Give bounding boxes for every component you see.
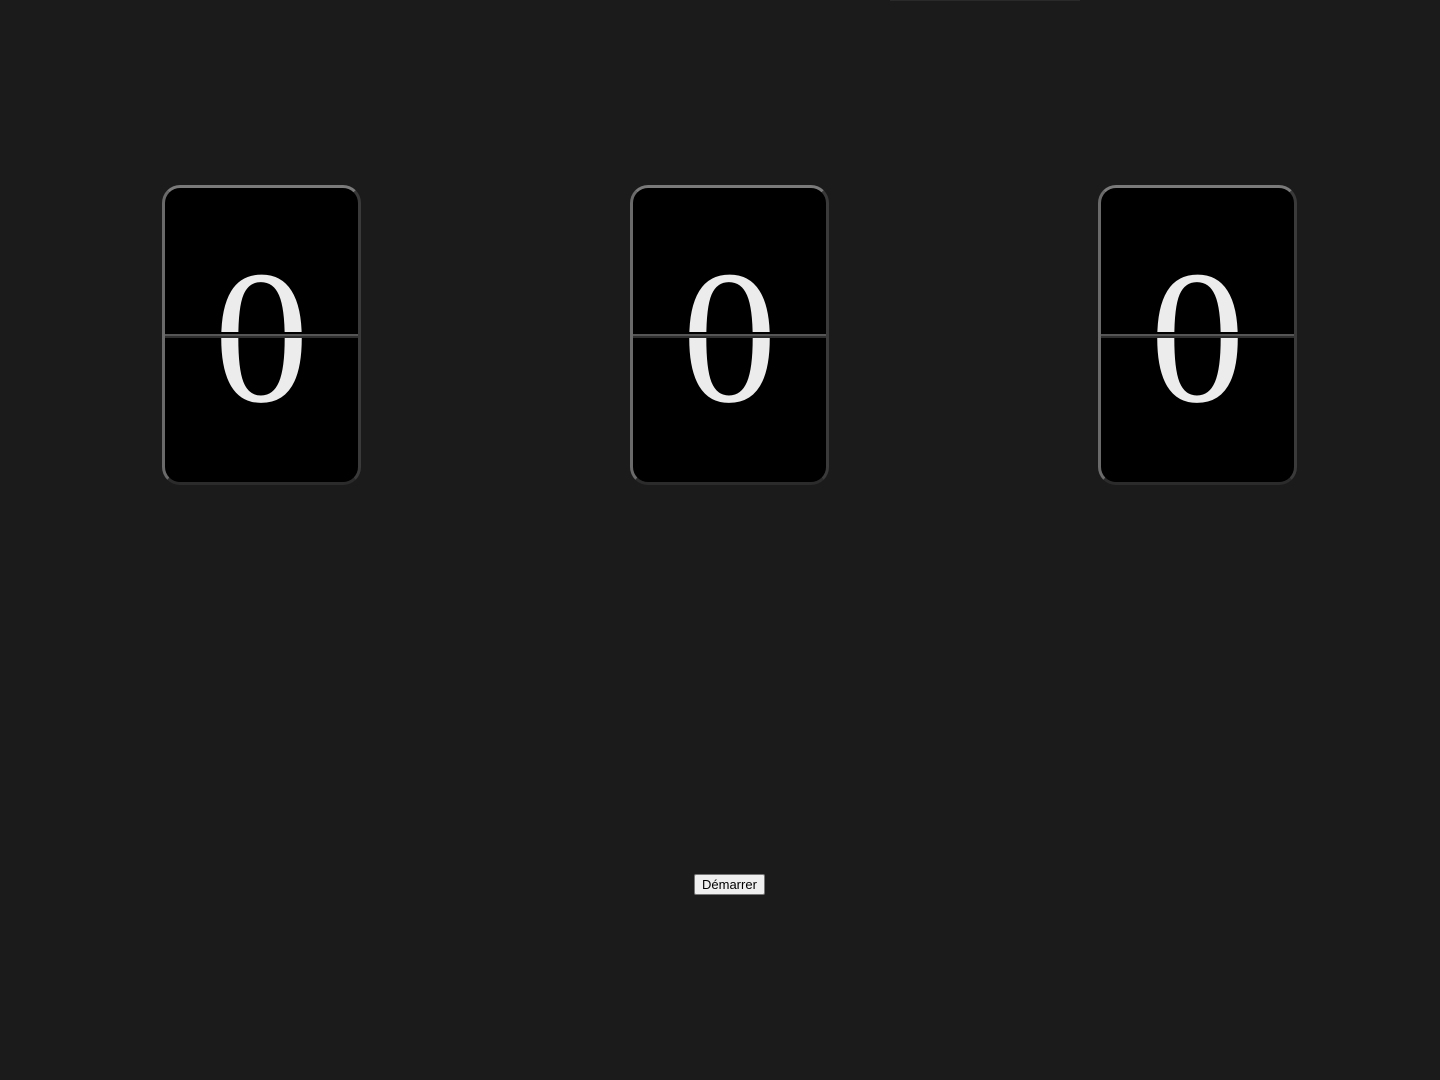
page: 0 0 0 Démarrer (0, 0, 1440, 1080)
flip-digit-tens: 0 (630, 185, 829, 485)
digit-value: 0 (682, 233, 777, 443)
flip-hinge (633, 334, 826, 338)
start-button[interactable]: Démarrer (694, 874, 765, 895)
top-divider (890, 0, 1080, 1)
flip-hinge (1101, 334, 1294, 338)
flip-hinge (165, 334, 358, 338)
flip-digit-hundreds: 0 (162, 185, 361, 485)
digit-value: 0 (1150, 233, 1245, 443)
digit-value: 0 (214, 233, 309, 443)
flip-digit-units: 0 (1098, 185, 1297, 485)
